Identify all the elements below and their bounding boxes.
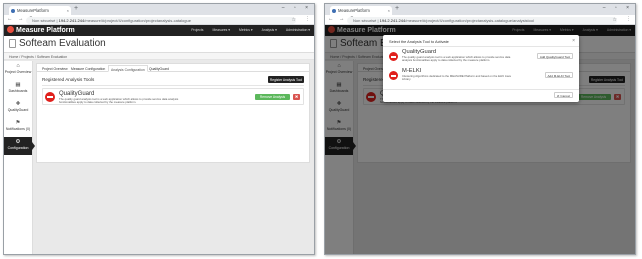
url-path: /measure/#/project/4/configuration/proje… [405,17,534,23]
add-melki-tool-button[interactable]: Add M-ELKI Tool [544,72,573,78]
sidebar-item-label: Dashboards [8,89,28,93]
brand-logo-icon [7,26,14,33]
url-field[interactable]: Non sécurisé | 194.2.241.244/measure/#/p… [26,16,296,24]
bookmark-star-icon[interactable]: ☆ [292,17,296,23]
dashboard-icon: ▦ [15,82,21,88]
browser-tab[interactable]: MeasurePlatform × [9,6,71,15]
nav-metrics[interactable]: Metrics ▾ [239,28,253,32]
home-icon: ⌂ [16,63,20,69]
project-icon [9,39,16,48]
brand-name: Measure Platform [16,27,75,34]
security-label: Non sécurisé [353,17,377,23]
nav-administration[interactable]: Administration ▾ [286,28,310,32]
modal-tool-item: QualityGuard The quality guard analysis … [389,49,573,67]
window-controls[interactable]: – ▫ × [282,5,312,11]
divider [42,85,304,86]
sidebar-item-project-overview[interactable]: ⌂Project Overview [4,61,32,79]
modal-tool-description: Clustering Algorithms dedicated to the M… [402,74,511,82]
close-icon[interactable]: × [572,38,575,44]
address-bar: ← → ⟳ Non sécurisé | 194.2.241.244/measu… [4,15,314,25]
sidebar-item-label: Project Overview [4,70,32,74]
breadcrumb[interactable]: Home / Projects / Softeam Evaluation [4,53,314,60]
qualityguard-logo-icon [45,92,55,102]
browser-tab-title: MeasurePlatform [338,8,370,13]
sidebar: ⌂Project Overview ▦Dashboards ✚QualityGu… [4,61,35,254]
nav-measures[interactable]: Measures ▾ [212,28,230,32]
sidebar-item-label: QualityGuard [7,108,29,112]
modal-tool-item: M-ELKI Clustering Algorithms dedicated t… [389,68,573,86]
add-qualityguard-tool-button[interactable]: Add QualityGuard Tool [536,53,573,59]
url-host: 194.2.241.244 [58,17,85,23]
url-field[interactable]: Non sécurisé | 194.2.241.244/measure/#/p… [347,16,617,24]
top-nav: Projects Measures ▾ Metrics ▾ Analysis ▾ Adm… [182,28,310,32]
tab-project-overview[interactable]: Project Overview [40,65,70,72]
app-area: Measure Platform Projects Measures ▾ Metri… [4,25,314,254]
new-tab-button[interactable]: + [395,5,399,13]
melki-logo-icon [389,71,398,80]
browser-window-right: MeasurePlatform × + – ▫ × ← → ⟳ Non sécu… [324,3,636,255]
tab-close-icon[interactable]: × [67,8,69,13]
tab-close-icon[interactable]: × [388,8,390,13]
security-label: Non sécurisé [32,17,56,23]
browser-tab-title: MeasurePlatform [17,8,49,13]
nav-projects[interactable]: Projects [191,28,203,32]
main-panel: Project Overview Measure Configuration A… [36,63,310,163]
page-header: Softeam Evaluation [4,36,314,53]
browser-window-left: MeasurePlatform × + – ▫ × ← → ⟳ Non sécu… [3,3,315,255]
qualityguard-logo-icon [389,52,398,61]
sidebar-item-label: Notifications (0) [5,127,31,131]
subtabs: Project Overview Measure Configuration A… [37,64,309,72]
gear-icon: ⚙ [15,139,21,145]
modal-tool-description: The quality guard analysis tool is a web… [402,55,511,63]
favicon-icon [11,8,15,13]
url-host: 194.2.241.244 [379,17,406,23]
divider [383,46,579,47]
tab-measure-configuration[interactable]: Measure Configuration [69,65,107,72]
window-controls[interactable]: – ▫ × [603,5,633,11]
new-tab-button[interactable]: + [74,5,78,13]
address-bar: ← → ⟳ Non sécurisé | 194.2.241.244/measu… [325,15,635,25]
sidebar-item-label: Configuration [7,146,29,150]
top-navbar: Measure Platform Projects Measures ▾ Metri… [4,25,314,36]
page-title: Softeam Evaluation [19,38,106,49]
tab-qualityguard[interactable]: QualityGuard [147,65,171,72]
tab-strip: MeasurePlatform × + – ▫ × [325,4,635,15]
sidebar-item-configuration[interactable]: ⚙Configuration [4,137,35,155]
browser-menu-icon[interactable]: ⋮ [305,16,310,22]
select-analysis-tool-modal: Select the Analysis Tool to Activate × Q… [383,35,579,102]
plus-icon: ✚ [15,101,21,107]
registered-tool-card: QualityGuard The quality guard analysis … [42,88,304,105]
register-analysis-tool-button[interactable]: Register Analysis Tool [268,76,304,83]
remove-analysis-button[interactable]: Remove Analysis [255,94,290,100]
nav-analysis[interactable]: Analysis ▾ [262,28,277,32]
tab-strip: MeasurePlatform × + – ▫ × [4,4,314,15]
section-title: Registered Analysis Tools [42,77,95,82]
divider [383,89,579,90]
sidebar-item-qualityguard[interactable]: ✚QualityGuard [4,99,32,117]
url-path: /measure/#/project/4/configuration/proje… [84,17,191,23]
cancel-button[interactable]: ⊘ Cancel [553,92,573,98]
browser-tab[interactable]: MeasurePlatform × [330,6,392,15]
delete-icon[interactable]: ✖ [293,94,300,100]
modal-title: Select the Analysis Tool to Activate [389,39,449,44]
browser-menu-icon[interactable]: ⋮ [626,16,631,22]
sidebar-item-notifications[interactable]: ⚑Notifications (0) [4,118,32,136]
tab-analysis-configuration[interactable]: Analysis Configuration [108,65,148,72]
favicon-icon [332,8,336,13]
tool-description: The quality guard analysis tool is a web… [59,97,179,105]
bookmark-star-icon[interactable]: ☆ [613,17,617,23]
flag-icon: ⚑ [15,120,21,126]
brand[interactable]: Measure Platform [7,26,75,34]
sidebar-item-dashboards[interactable]: ▦Dashboards [4,80,32,98]
